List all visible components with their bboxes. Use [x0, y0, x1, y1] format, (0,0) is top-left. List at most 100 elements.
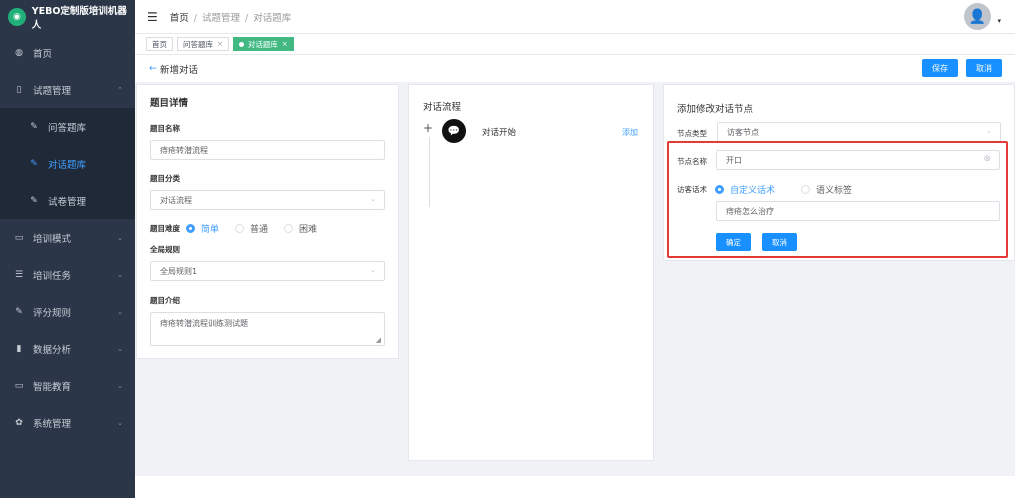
breadcrumb-dialogue-bank: 对话题库 — [253, 12, 292, 24]
chevron-icon: ⌄ — [117, 418, 123, 427]
close-icon[interactable]: × — [217, 40, 223, 48]
sidebar: ◉ YEBO定制版培训机器人 ◍ 首页 ▯ 试题管理 ⌃ ✎ 问答题库 ✎ 对话题库 ✎ 试卷管理 ▭… — [0, 0, 135, 498]
radio-label: 困难 — [299, 225, 318, 235]
sidebar-menu: ◍ 首页 ▯ 试题管理 ⌃ ✎ 问答题库 ✎ 对话题库 ✎ 试卷管理 ▭ 培训模式 ⌄ ☰ 培训任务 ⌄ ✎ 评分规… — [0, 34, 135, 441]
sidebar-item-3[interactable]: ✎ 对话题库 — [0, 145, 135, 182]
question-name-label: 题目名称 — [150, 124, 180, 133]
difficulty-row: 题目难度 简单 普通 困难 — [150, 222, 385, 235]
sidebar-item-label: 数据分析 — [33, 344, 72, 356]
edit-icon: ✎ — [30, 121, 38, 132]
difficulty-radio-normal[interactable]: 普通 — [235, 222, 268, 235]
sidebar-item-2[interactable]: ✎ 问答题库 — [0, 108, 135, 145]
radio-label: 简单 — [201, 225, 220, 235]
question-name-input[interactable]: 痔疮转潜流程 — [150, 140, 385, 160]
sidebar-item-label: 培训模式 — [33, 233, 72, 245]
tag-1[interactable]: 问答题库 × — [177, 37, 229, 51]
cancel-button[interactable]: 取消 — [966, 59, 1002, 77]
logo-icon: ◉ — [8, 8, 26, 26]
top-header: ☰ 首页 / 试题管理 / 对话题库 👤 ▾ — [135, 0, 1015, 34]
app-logo[interactable]: ◉ YEBO定制版培训机器人 — [0, 0, 135, 34]
sidebar-item-1[interactable]: ▯ 试题管理 ⌃ — [0, 71, 135, 108]
sidebar-item-0[interactable]: ◍ 首页 — [0, 34, 135, 71]
radio-label: 自定义话术 — [730, 186, 776, 196]
sidebar-item-8[interactable]: ▮ 数据分析 ⌄ — [0, 330, 135, 367]
sidebar-item-7[interactable]: ✎ 评分规则 ⌄ — [0, 293, 135, 330]
node-cancel-button[interactable]: 取消 — [762, 233, 797, 251]
radio-icon — [801, 185, 811, 194]
footer-bar — [135, 476, 1015, 498]
tag-2[interactable]: 对话题库 × — [232, 37, 294, 51]
question-details-panel: 题目详情 题目名称 痔疮转潜流程 题目分类 对话流程 ⌄ 题目难度 简单 普通 困… — [136, 84, 399, 359]
close-icon[interactable]: × — [282, 40, 288, 48]
sidebar-item-label: 智能教育 — [33, 381, 72, 393]
caret-down-icon[interactable]: ▾ — [997, 17, 1001, 25]
user-icon: 👤 — [968, 8, 987, 25]
radio-icon — [284, 224, 294, 233]
edit-icon: ✎ — [15, 306, 23, 317]
sidebar-item-label: 问答题库 — [48, 122, 87, 134]
node-type-value: 访客节点 — [727, 127, 759, 137]
global-rule-label: 全局规则 — [150, 245, 180, 254]
node-name-label: 节点名称 — [677, 157, 707, 166]
monitor-icon: ▭ — [14, 232, 24, 243]
difficulty-radio-easy[interactable]: 简单 — [186, 222, 219, 235]
flow-title: 对话流程 — [423, 102, 462, 113]
breadcrumb-exam-management[interactable]: 试题管理 — [202, 13, 240, 24]
back-arrow-icon[interactable]: ← — [149, 63, 157, 74]
node-name-value: 开口 — [726, 155, 742, 165]
page-title: 新增对话 — [159, 64, 198, 76]
gear-icon: ✿ — [15, 417, 23, 428]
clear-icon[interactable]: ⊗ — [983, 154, 991, 164]
difficulty-radio-hard[interactable]: 困难 — [284, 222, 317, 235]
global-rule-select[interactable]: 全局规则1 ⌄ — [150, 261, 385, 281]
radio-label: 语义标签 — [816, 186, 853, 196]
edit-icon: ✎ — [30, 195, 38, 206]
difficulty-label: 题目难度 — [150, 224, 180, 233]
speech-radio-custom[interactable]: 自定义话术 — [715, 183, 775, 196]
intro-textarea[interactable]: 痔疮转潜流程训练测试题 ◢ — [150, 312, 385, 346]
breadcrumb-home[interactable]: 首页 — [170, 13, 189, 24]
flow-tree-line — [429, 137, 430, 207]
edit-icon: ✎ — [30, 158, 38, 169]
chevron-down-icon: ⌄ — [370, 266, 376, 274]
node-name-input[interactable]: 开口 ⊗ — [716, 150, 1000, 170]
sidebar-item-label: 首页 — [33, 48, 53, 60]
radio-label: 普通 — [250, 225, 269, 235]
user-avatar[interactable]: 👤 — [964, 3, 991, 30]
radio-icon — [186, 224, 195, 233]
node-type-label: 节点类型 — [677, 129, 707, 138]
sidebar-item-5[interactable]: ▭ 培训模式 ⌄ — [0, 219, 135, 256]
tag-label: 对话题库 — [247, 39, 278, 49]
chevron-down-icon: ⌄ — [370, 195, 376, 203]
sidebar-item-9[interactable]: ▭ 智能教育 ⌄ — [0, 367, 135, 404]
save-button[interactable]: 保存 — [922, 59, 958, 77]
radio-icon — [235, 224, 245, 233]
chevron-icon: ⌄ — [117, 344, 123, 353]
book-icon: ▯ — [16, 84, 22, 95]
sidebar-item-4[interactable]: ✎ 试卷管理 — [0, 182, 135, 219]
chevron-icon: ⌄ — [117, 381, 123, 390]
tag-0[interactable]: 首页 — [146, 37, 173, 51]
add-node-link[interactable]: 添加 — [622, 127, 638, 138]
sidebar-item-label: 系统管理 — [33, 418, 72, 430]
breadcrumb: 首页 / 试题管理 / 对话题库 — [170, 10, 291, 24]
resize-handle-icon[interactable]: ◢ — [376, 336, 381, 344]
active-dot-icon — [238, 41, 244, 47]
details-title: 题目详情 — [150, 98, 189, 109]
chevron-icon: ⌄ — [117, 233, 123, 242]
chevron-icon: ⌄ — [117, 307, 123, 316]
expand-plus-icon[interactable]: + — [423, 121, 433, 135]
sidebar-item-6[interactable]: ☰ 培训任务 ⌄ — [0, 256, 135, 293]
speech-input[interactable]: 痔疮怎么治疗 — [716, 201, 1000, 221]
node-type-select[interactable]: 访客节点 ⌄ — [717, 122, 1001, 142]
sidebar-item-10[interactable]: ✿ 系统管理 ⌄ — [0, 404, 135, 441]
category-select[interactable]: 对话流程 ⌄ — [150, 190, 385, 210]
speech-radio-semantic[interactable]: 语义标签 — [801, 183, 852, 196]
speech-row: 访客话术 自定义话术 语义标签 — [677, 183, 868, 196]
page-titlebar: ← 新增对话 保存 取消 — [135, 55, 1015, 82]
confirm-button[interactable]: 确定 — [716, 233, 751, 251]
menu-toggle-icon[interactable]: ☰ — [147, 10, 158, 24]
flow-node-start[interactable]: 对话开始 — [482, 126, 516, 138]
radio-icon — [715, 185, 724, 194]
question-name-value: 痔疮转潜流程 — [160, 145, 208, 155]
